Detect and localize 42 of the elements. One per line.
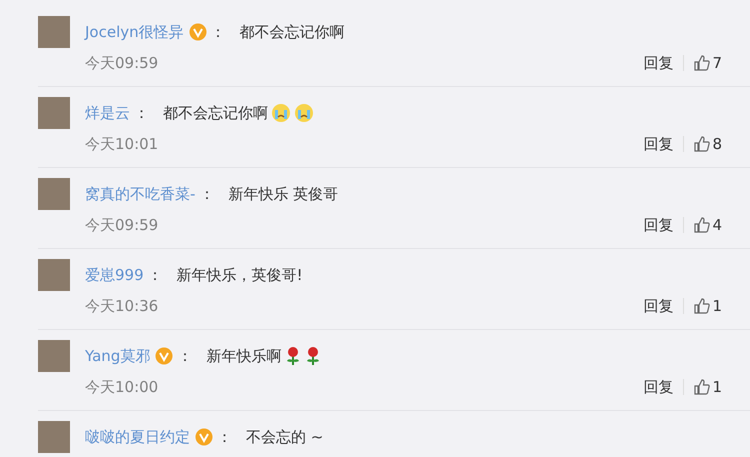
colon: ： — [148, 266, 163, 284]
crying-face-icon — [294, 103, 314, 123]
comment-time: 今天09:59 — [85, 216, 160, 234]
comment-time: 今天10:00 — [85, 378, 160, 396]
comment-time: 今天09:59 — [85, 54, 160, 72]
reply-link[interactable]: 回复 — [643, 296, 674, 316]
like-button[interactable]: 4 — [694, 216, 722, 234]
reply-link[interactable]: 回复 — [643, 216, 674, 234]
thumbs-up-icon — [694, 55, 710, 71]
colon: ： — [199, 184, 214, 204]
comment-time: 今天10:01 — [85, 134, 160, 154]
like-button[interactable]: 7 — [694, 54, 722, 72]
comment-text: 新年快乐，英俊哥! — [176, 266, 303, 284]
colon: ： — [217, 428, 232, 446]
comment-text: 都不会忘记你啊 — [163, 104, 268, 122]
crying-face-icon — [271, 103, 291, 123]
avatar-photo-placeholder[interactable] — [38, 259, 70, 291]
comment-text: 新年快乐 英俊哥 — [228, 184, 338, 204]
rose-icon — [285, 346, 302, 366]
thumbs-up-icon — [694, 217, 710, 233]
rose-icon — [305, 346, 322, 366]
avatar-photo-placeholder[interactable] — [38, 97, 70, 129]
like-button[interactable]: 1 — [694, 378, 722, 396]
reply-link[interactable]: 回复 — [643, 134, 674, 154]
avatar-photo-placeholder[interactable] — [38, 340, 70, 372]
comment-time: 今天10:36 — [85, 296, 160, 316]
thumbs-up-icon — [694, 298, 710, 314]
thumbs-up-icon — [694, 136, 710, 152]
like-button[interactable]: 1 — [694, 297, 722, 315]
comment-text: 不会忘的 ~ — [246, 428, 324, 446]
like-button[interactable]: 8 — [694, 135, 722, 153]
colon: ： — [134, 104, 149, 122]
comment-text: 新年快乐啊 — [206, 346, 282, 366]
reply-link[interactable]: 回复 — [643, 54, 674, 72]
avatar-photo-placeholder[interactable] — [38, 16, 70, 48]
avatar-photo-placeholder[interactable] — [38, 421, 70, 453]
avatar-photo-placeholder[interactable] — [38, 178, 70, 210]
reply-link[interactable]: 回复 — [643, 378, 674, 396]
thumbs-up-icon — [694, 379, 710, 395]
comment-text: 都不会忘记你啊 — [240, 22, 345, 42]
colon: ： — [177, 346, 192, 366]
colon: ： — [210, 22, 226, 42]
